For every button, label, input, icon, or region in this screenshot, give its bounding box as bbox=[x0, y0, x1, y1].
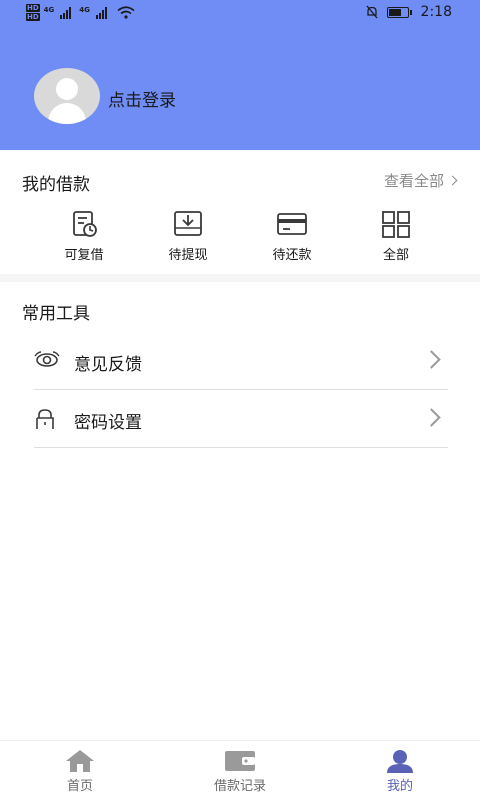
view-all-link[interactable]: 查看全部 bbox=[383, 170, 458, 191]
credit-card-icon bbox=[277, 213, 307, 235]
nav-home[interactable]: 首页 bbox=[30, 749, 130, 794]
nav-label: 借款记录 bbox=[213, 779, 266, 794]
loan-item-repay[interactable]: 待还款 bbox=[252, 210, 332, 263]
download-tray-icon bbox=[174, 211, 202, 236]
section-divider bbox=[0, 274, 480, 282]
login-link[interactable]: 点击登录 bbox=[108, 86, 176, 111]
tool-label: 意见反馈 bbox=[74, 355, 142, 375]
chevron-right-icon bbox=[447, 175, 458, 186]
wallet-icon bbox=[225, 751, 255, 771]
nav-label: 我的 bbox=[386, 779, 413, 794]
hd-badge-1: HD bbox=[26, 4, 40, 12]
nav-mine[interactable]: 我的 bbox=[350, 749, 450, 794]
view-all-label: 查看全部 bbox=[383, 172, 444, 190]
status-bar: HD HD 4G 4G 2:18 bbox=[0, 0, 480, 28]
loan-item-label: 待还款 bbox=[272, 248, 312, 263]
profile-header: HD HD 4G 4G 2:18 点击登录 bbox=[0, 0, 480, 150]
avatar-body bbox=[48, 103, 86, 124]
loan-item-withdraw[interactable]: 待提现 bbox=[148, 210, 228, 263]
hd-badges: HD HD bbox=[26, 4, 40, 21]
nav-label: 首页 bbox=[66, 779, 93, 794]
feedback-eye-icon bbox=[34, 351, 60, 367]
loan-item-label: 可复借 bbox=[64, 248, 104, 263]
chevron-right-icon bbox=[422, 350, 441, 369]
tools-title: 常用工具 bbox=[22, 304, 90, 324]
loan-item-label: 待提现 bbox=[168, 248, 208, 263]
nav-loan-records[interactable]: 借款记录 bbox=[190, 749, 290, 794]
document-refresh-icon bbox=[73, 211, 97, 237]
tool-label: 密码设置 bbox=[74, 413, 142, 433]
chevron-right-icon bbox=[422, 408, 441, 427]
tool-row-feedback[interactable]: 意见反馈 bbox=[34, 332, 448, 390]
avatar-head bbox=[56, 78, 78, 100]
loan-item-label: 全部 bbox=[382, 248, 409, 263]
mute-bell-icon bbox=[366, 5, 378, 19]
bottom-nav: 首页 借款记录 我的 bbox=[0, 740, 480, 800]
loan-item-all[interactable]: 全部 bbox=[356, 210, 436, 263]
lock-icon bbox=[36, 409, 54, 429]
home-icon bbox=[66, 750, 94, 772]
tool-row-password[interactable]: 密码设置 bbox=[34, 390, 448, 448]
status-left: HD HD 4G 4G bbox=[26, 4, 135, 21]
status-right: 2:18 bbox=[365, 4, 452, 20]
loan-item-reborrow[interactable]: 可复借 bbox=[44, 210, 124, 263]
loans-title: 我的借款 bbox=[22, 175, 90, 195]
grid-icon bbox=[382, 211, 410, 238]
battery-icon bbox=[386, 6, 412, 18]
avatar[interactable] bbox=[34, 68, 100, 124]
signal-icon bbox=[60, 6, 72, 19]
hd-badge-2: HD bbox=[26, 13, 40, 21]
user-icon bbox=[387, 750, 413, 773]
status-time: 2:18 bbox=[420, 4, 452, 20]
wifi-icon bbox=[117, 6, 135, 19]
my-loans-section: 我的借款 查看全部 可复借 待提现 待还款 全部 bbox=[0, 150, 480, 274]
network-type-1: 4G bbox=[43, 5, 55, 14]
network-type-2: 4G bbox=[79, 5, 90, 14]
signal-icon-2 bbox=[95, 6, 107, 19]
